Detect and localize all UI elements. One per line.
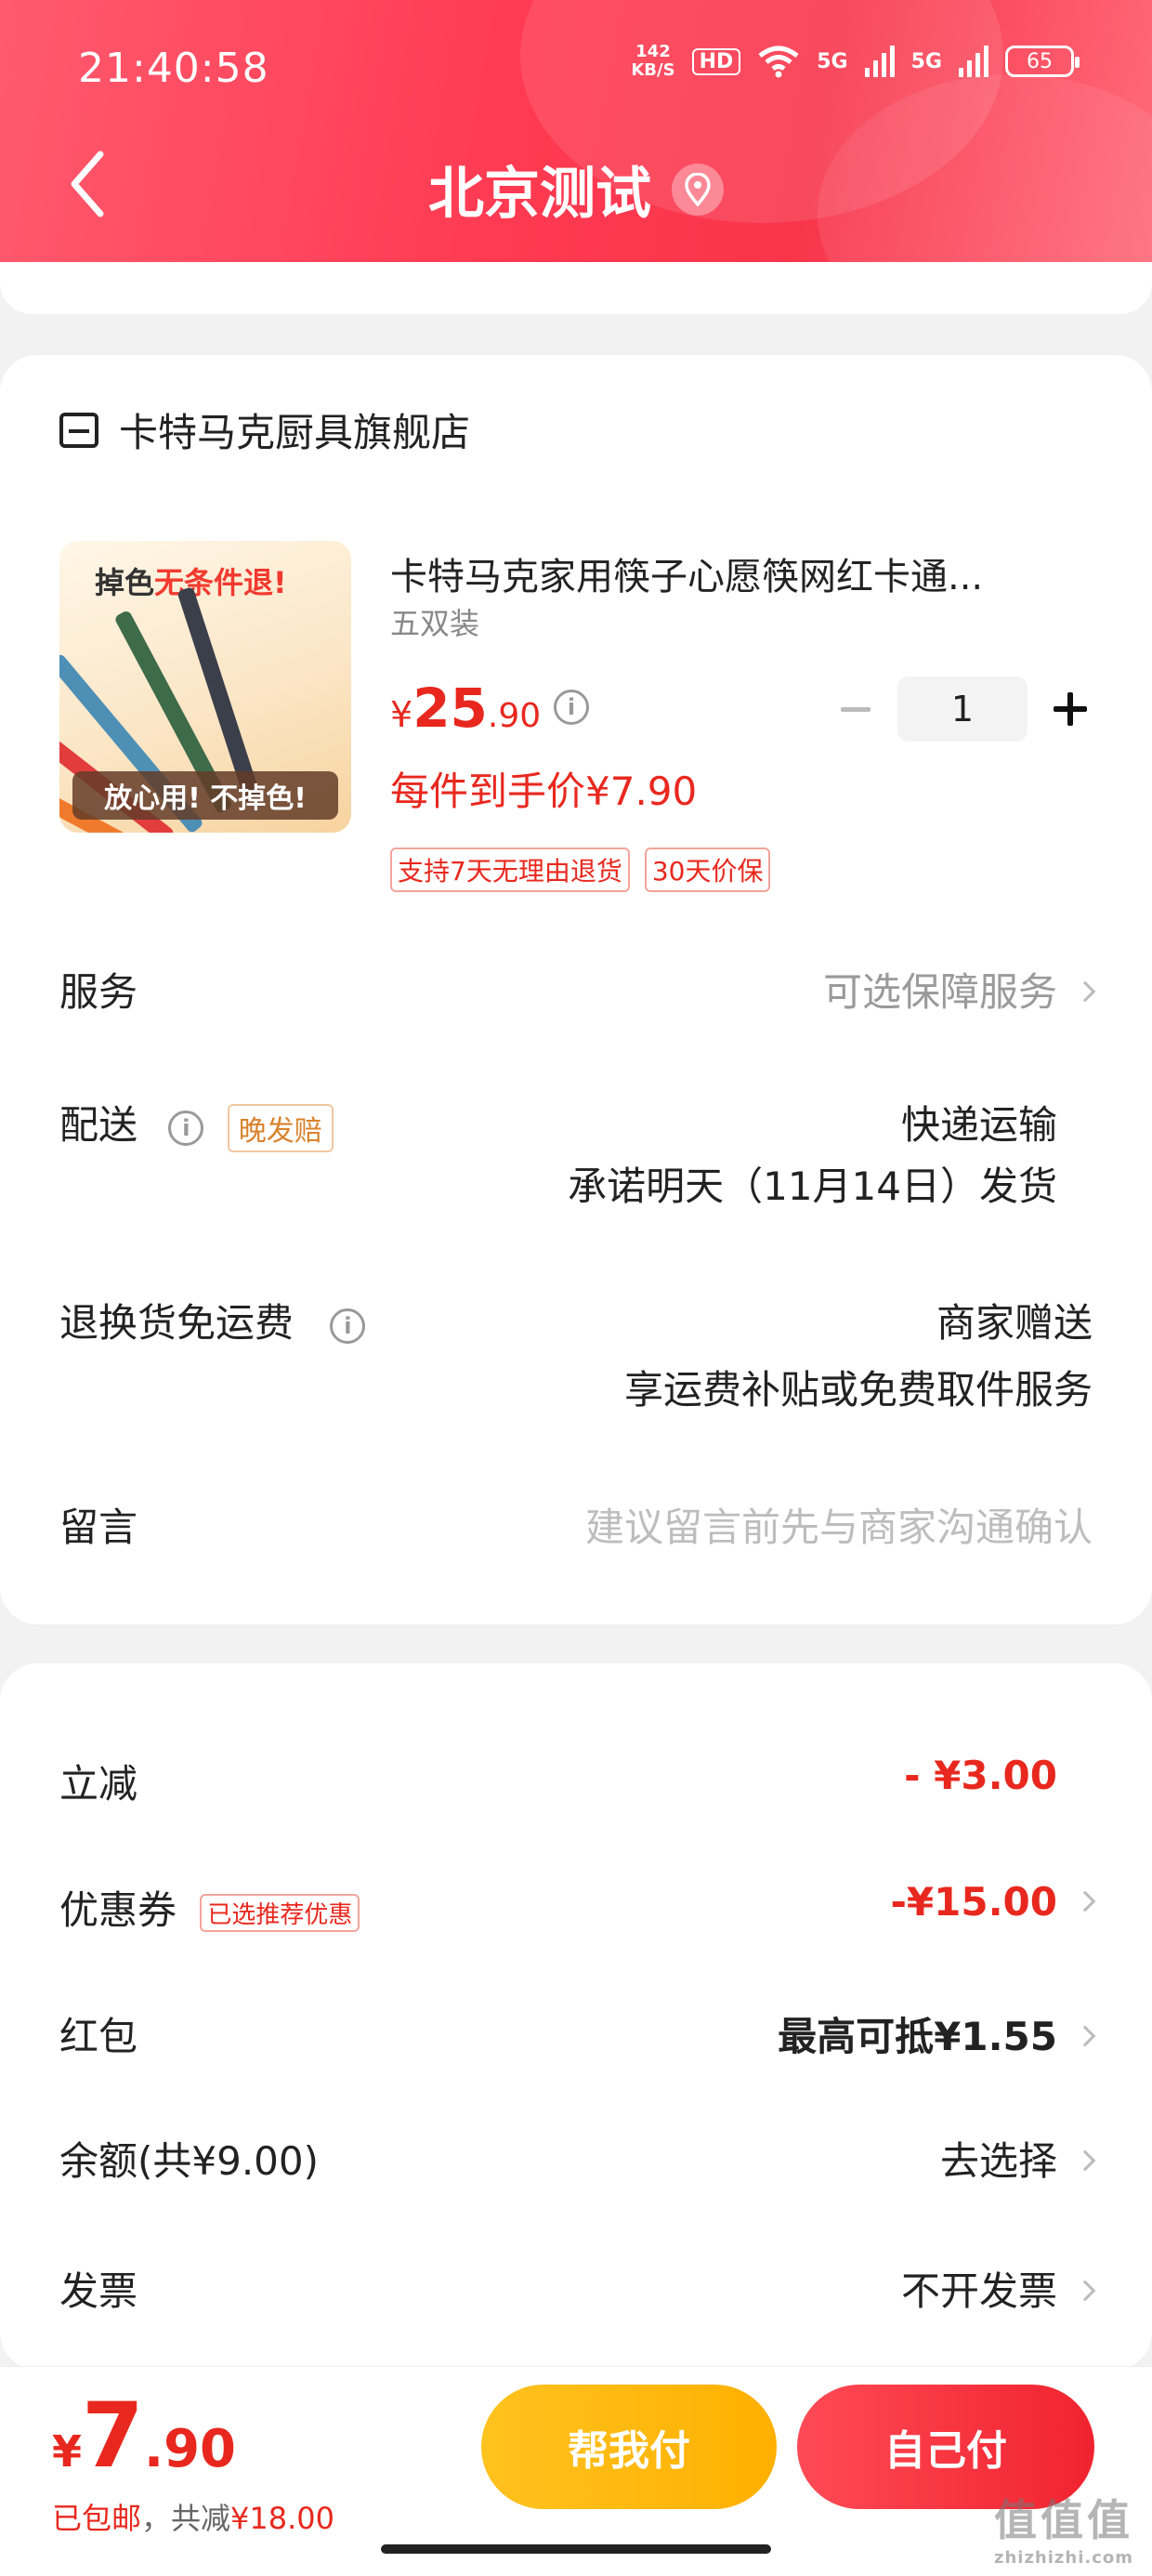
- location-pin-icon[interactable]: [672, 163, 724, 216]
- return-shipping-value: 商家赠送: [936, 1300, 1093, 1346]
- signal-bars-icon: [864, 46, 895, 77]
- wifi-icon: [758, 46, 799, 78]
- chevron-right-icon: [1074, 980, 1096, 1002]
- shop-name: 卡特马克厨具旗舰店: [119, 410, 471, 455]
- delivery-method: 快递运输: [900, 1102, 1057, 1148]
- page-title: 北京测试: [428, 162, 651, 227]
- signal-bars-icon: [959, 46, 988, 77]
- hd-icon: HD: [691, 47, 741, 75]
- watermark-text: 值值值: [993, 2495, 1133, 2545]
- invoice-value-text: 不开发票: [900, 2268, 1057, 2314]
- chevron-right-icon: [1074, 2149, 1096, 2171]
- price-symbol: ¥: [390, 694, 413, 735]
- product-badges: 支持7天无理由退货 30天价保: [390, 848, 771, 892]
- return-shipping-row: 退换货免运费 i 商家赠送 享运费补贴或免费取件服务: [59, 1292, 1093, 1413]
- network-speed-unit: KB/S: [631, 60, 675, 80]
- product-image-tag-text: 掉色: [95, 565, 155, 600]
- return-policy-badge: 支持7天无理由退货: [390, 848, 630, 892]
- address-card-edge: [0, 262, 1152, 314]
- total-summary: 已包邮，共减¥18.00: [52, 2495, 334, 2538]
- increase-button[interactable]: [1037, 677, 1102, 742]
- delivery-info-icon[interactable]: i: [168, 1110, 204, 1146]
- battery-icon: 65: [1005, 46, 1080, 77]
- balance-row[interactable]: 余额(共¥9.00) 去选择: [59, 2130, 1096, 2187]
- balance-label: 余额(共¥9.00): [59, 2138, 320, 2184]
- red-packet-value: 最高可抵¥1.55: [778, 2005, 1096, 2062]
- coupon-row[interactable]: 优惠券 已选推荐优惠 -¥15.00: [59, 1879, 1096, 1936]
- price-protection-badge: 30天价保: [644, 848, 771, 892]
- message-input[interactable]: 建议留言前先与商家沟通确认: [585, 1496, 1093, 1553]
- price-info-icon[interactable]: i: [554, 690, 589, 725]
- instant-discount-label: 立减: [59, 1761, 138, 1807]
- balance-value-text: 去选择: [939, 2138, 1057, 2184]
- product-price: ¥25.90: [390, 677, 541, 740]
- status-icons: 142 KB/S HD 5G 5G 65: [631, 43, 1080, 80]
- coupon-value: -¥15.00: [890, 1879, 1096, 1925]
- coupon-value-text: -¥15.00: [890, 1879, 1057, 1925]
- shop-row[interactable]: 卡特马克厨具旗舰店: [59, 401, 470, 458]
- late-compensation-badge: 晚发赔: [227, 1103, 334, 1152]
- header: 21:40:58 142 KB/S HD 5G 5G 65 北京测试: [0, 0, 1152, 262]
- instant-discount-row: 立减 - ¥3.00: [59, 1753, 1093, 1809]
- total-saved-value: ¥18.00: [230, 2501, 334, 2536]
- total-decimal: .90: [143, 2419, 237, 2479]
- chevron-right-icon: [1074, 2025, 1096, 2046]
- chevron-right-icon: [1074, 1890, 1096, 1912]
- watermark-url: zhizhizhi.com: [993, 2548, 1133, 2568]
- total-integer: 7: [82, 2384, 144, 2488]
- free-shipping-text: 已包邮: [52, 2501, 142, 2536]
- total-saved-label: ，共减: [141, 2501, 231, 2536]
- order-card: 卡特马克厨具旗舰店 掉色无条件退! 放心用! 不掉色! 卡特马克家用筷子心愿筷网…: [0, 355, 1152, 1624]
- invoice-row[interactable]: 发票 不开发票: [59, 2260, 1096, 2317]
- message-row[interactable]: 留言 建议留言前先与商家沟通确认: [59, 1496, 1093, 1553]
- chevron-right-icon: [1074, 2280, 1096, 2301]
- service-label: 服务: [59, 969, 138, 1015]
- total-price: ¥7.90: [52, 2384, 236, 2488]
- network-speed: 142 KB/S: [631, 43, 674, 80]
- signal-5g-icon: 5G: [817, 49, 848, 73]
- message-label: 留言: [59, 1505, 138, 1550]
- product-spec[interactable]: 五双装: [390, 600, 479, 643]
- instant-discount-value: - ¥3.00: [904, 1753, 1057, 1798]
- status-time: 21:40:58: [78, 45, 269, 92]
- return-shipping-detail: 享运费补贴或免费取件服务: [623, 1367, 1093, 1413]
- invoice-label: 发票: [59, 2268, 138, 2314]
- delivery-promise: 承诺明天（11月14日）发货: [568, 1163, 1057, 1209]
- coupon-label: 优惠券: [59, 1887, 177, 1933]
- unit-price: 每件到手价¥7.90: [390, 769, 698, 814]
- invoice-value: 不开发票: [900, 2260, 1096, 2317]
- total-symbol: ¥: [52, 2426, 83, 2477]
- red-packet-row[interactable]: 红包 最高可抵¥1.55: [59, 2005, 1096, 2062]
- shop-icon: [59, 412, 98, 448]
- return-info-icon[interactable]: i: [330, 1308, 366, 1344]
- home-indicator[interactable]: [381, 2544, 771, 2554]
- quantity-stepper: 1: [832, 677, 1102, 742]
- service-value: 可选保障服务: [822, 961, 1096, 1018]
- red-packet-value-text: 最高可抵¥1.55: [778, 2014, 1057, 2059]
- price-integer: 25: [412, 677, 488, 740]
- product-image-banner: 放心用! 不掉色!: [72, 771, 338, 820]
- service-value-text: 可选保障服务: [822, 969, 1057, 1015]
- return-shipping-label: 退换货免运费: [59, 1300, 295, 1346]
- red-packet-label: 红包: [59, 2014, 138, 2059]
- page-title-container: 北京测试: [0, 149, 1152, 230]
- network-speed-value: 142: [635, 42, 671, 61]
- recommended-coupon-badge: 已选推荐优惠: [200, 1894, 360, 1932]
- quantity-value[interactable]: 1: [897, 677, 1028, 742]
- product-image-tag-red: 无条件退!: [154, 565, 287, 600]
- balance-value: 去选择: [939, 2130, 1096, 2187]
- product-image[interactable]: 掉色无条件退! 放心用! 不掉色!: [59, 541, 351, 833]
- decrease-button[interactable]: [832, 677, 879, 742]
- delivery-label: 配送: [59, 1102, 138, 1148]
- help-pay-button[interactable]: 帮我付: [481, 2385, 777, 2509]
- product-title[interactable]: 卡特马克家用筷子心愿筷网红卡通...: [390, 546, 1096, 600]
- watermark: 值值值 zhizhizhi.com: [994, 2487, 1133, 2568]
- signal-5g-icon: 5G: [910, 49, 942, 73]
- delivery-row: 配送 i 晚发赔 快递运输 承诺明天（11月14日）发货: [59, 1094, 1093, 1209]
- price-decimal: .90: [487, 697, 542, 735]
- discount-card: 立减 - ¥3.00 优惠券 已选推荐优惠 -¥15.00 红包 最高可抵¥1.…: [0, 1663, 1152, 2370]
- service-row[interactable]: 服务 可选保障服务: [59, 961, 1096, 1018]
